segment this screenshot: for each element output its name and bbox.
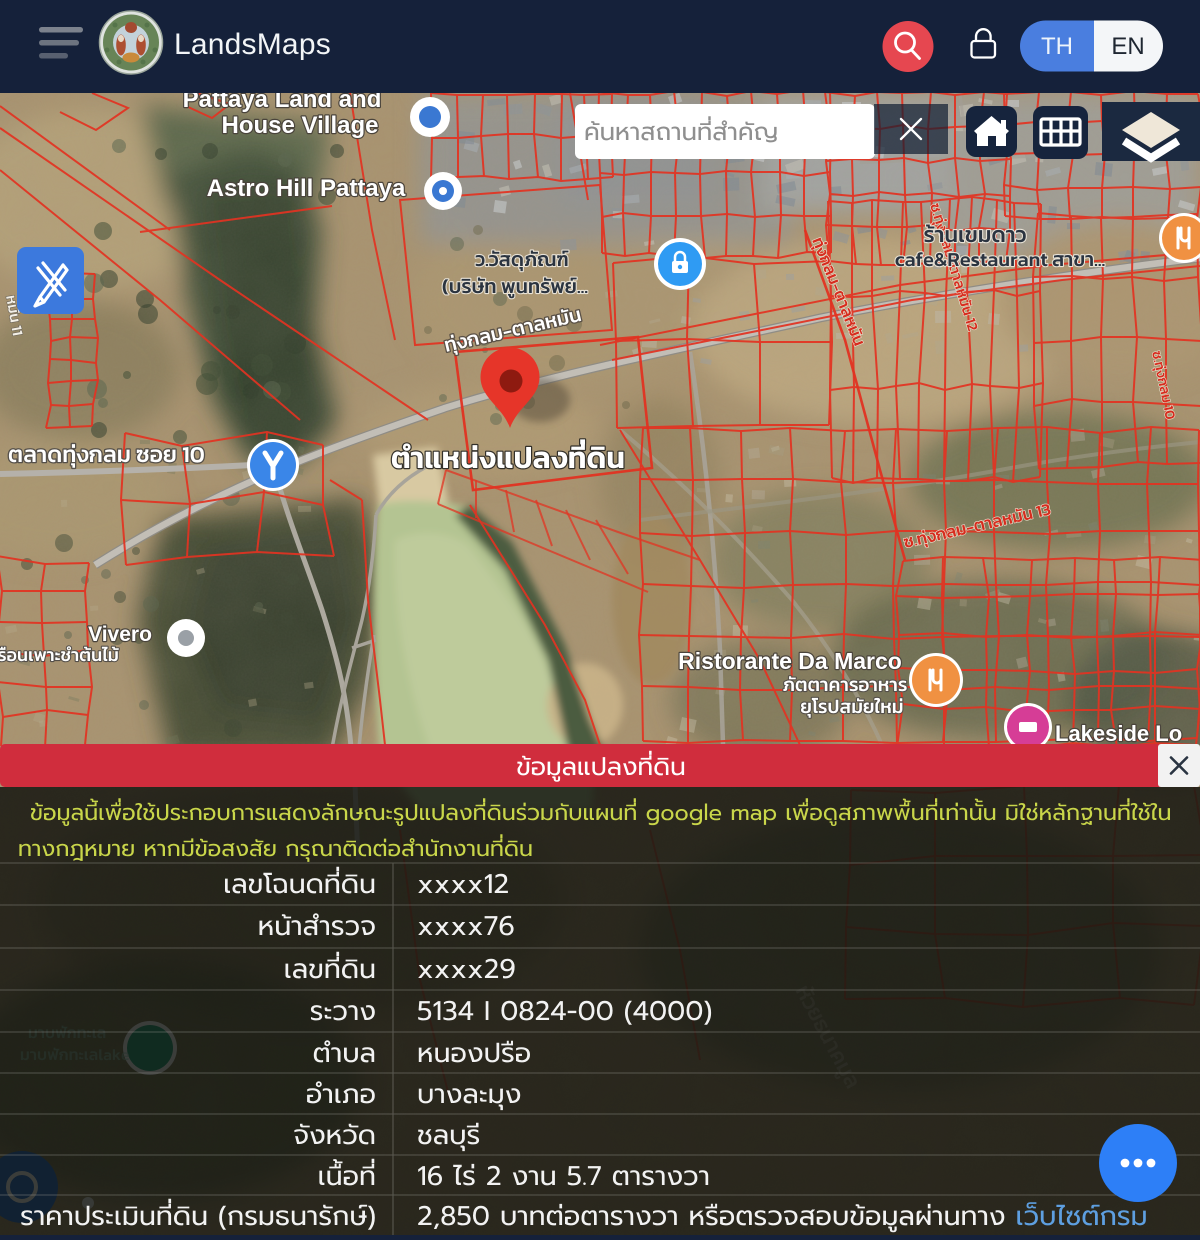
svg-text:Vivero: Vivero: [88, 623, 152, 646]
svg-text:Lakeside Lo: Lakeside Lo: [1055, 721, 1182, 746]
svg-text:LandsMaps: LandsMaps: [174, 28, 331, 61]
svg-text:TH: TH: [1041, 33, 1073, 60]
svg-text:EN: EN: [1111, 33, 1144, 60]
svg-text:House Village: House Village: [222, 112, 379, 139]
svg-text:Ristorante Da Marco: Ristorante Da Marco: [678, 648, 902, 674]
svg-text:Astro Hill Pattaya: Astro Hill Pattaya: [207, 175, 406, 202]
